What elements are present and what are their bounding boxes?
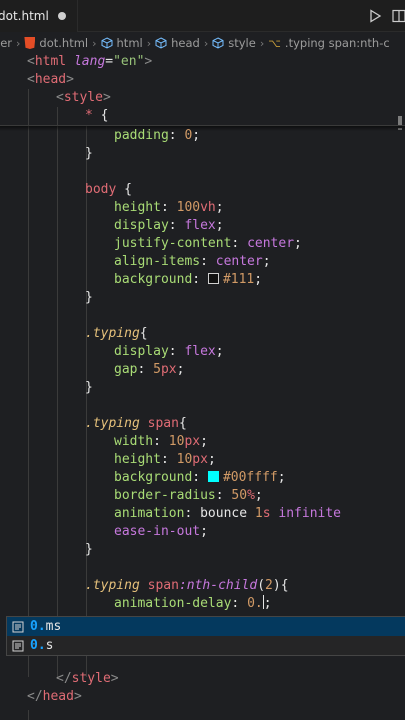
indent-guide <box>28 710 29 720</box>
code-line: body { <box>85 182 132 197</box>
tab-dot-html[interactable]: dot.html <box>0 0 78 32</box>
code-line: } <box>85 380 93 395</box>
color-swatch-icon[interactable] <box>207 471 219 482</box>
breadcrumb-separator-icon: › <box>16 36 21 50</box>
color-swatch-icon[interactable] <box>207 273 219 284</box>
text-suggestion-icon <box>12 621 24 632</box>
unsaved-dot-icon[interactable] <box>58 12 66 20</box>
code-line: border-radius: 50%; <box>114 488 263 503</box>
tab-label: dot.html <box>0 9 49 23</box>
selector-icon: ⌥ <box>268 36 281 50</box>
code-line: .typing span{ <box>85 416 187 431</box>
run-icon[interactable] <box>368 9 382 23</box>
breadcrumb-html[interactable]: html <box>101 36 143 50</box>
code-line: align-items: center; <box>114 254 271 269</box>
code-line: gap: 5px; <box>114 362 185 377</box>
code-line: <html lang="en"> <box>27 54 153 69</box>
code-line: animation: bounce 1s infinite <box>114 506 342 521</box>
code-line: <style> <box>56 90 111 105</box>
breadcrumb-head[interactable]: head <box>155 36 200 50</box>
code-line: </head> <box>27 689 82 704</box>
code-line: animation-delay: 0.; <box>114 595 272 611</box>
code-line: display: flex; <box>114 344 224 359</box>
sticky-scroll-divider <box>0 125 405 126</box>
html5-icon <box>24 37 36 49</box>
code-line: .typing{ <box>85 326 148 341</box>
breadcrumb-separator-icon: › <box>92 36 97 50</box>
autocomplete-suggestions: 0. ms 0. s <box>6 616 405 656</box>
breadcrumb-selector[interactable]: ⌥ .typing span:nth-c <box>268 36 389 50</box>
code-line: </style> <box>56 671 119 686</box>
breadcrumb-folder[interactable]: ler <box>0 36 12 50</box>
suggestion-item[interactable]: 0. s <box>7 636 405 655</box>
code-line: height: 10px; <box>114 452 216 467</box>
split-editor-icon[interactable] <box>392 9 405 23</box>
code-line: * { <box>85 108 109 123</box>
code-line: .typing span:nth-child(2){ <box>85 578 289 593</box>
code-line: height: 100vh; <box>114 200 224 215</box>
code-line: width: 10px; <box>114 434 208 449</box>
breadcrumb-style[interactable]: style <box>212 36 256 50</box>
element-cube-icon <box>101 37 113 49</box>
code-line: <head> <box>27 72 74 87</box>
element-cube-icon <box>212 37 224 49</box>
element-cube-icon <box>155 37 167 49</box>
tab-bar: dot.html <box>0 0 405 32</box>
code-line: padding: 0; <box>114 128 201 143</box>
code-line: display: flex; <box>114 218 224 233</box>
suggestion-item[interactable]: 0. ms <box>7 617 405 636</box>
code-line: justify-content: center; <box>114 236 302 251</box>
breadcrumb-file[interactable]: dot.html <box>24 36 88 50</box>
breadcrumb-separator-icon: › <box>203 36 209 50</box>
indent-guide <box>57 107 58 677</box>
breadcrumb-separator-icon: › <box>146 36 152 50</box>
code-line: } <box>85 146 93 161</box>
breadcrumb: ler › dot.html › html › head › style › ⌥… <box>0 33 405 53</box>
code-line: background: #111; <box>114 272 263 287</box>
code-line: } <box>85 290 93 305</box>
indent-guide <box>28 89 29 677</box>
breadcrumb-separator-icon: › <box>259 36 265 50</box>
text-suggestion-icon <box>12 640 24 651</box>
code-line: background: #00ffff; <box>114 470 286 485</box>
code-line: ease-in-out; <box>114 524 208 539</box>
code-line: } <box>85 542 93 557</box>
